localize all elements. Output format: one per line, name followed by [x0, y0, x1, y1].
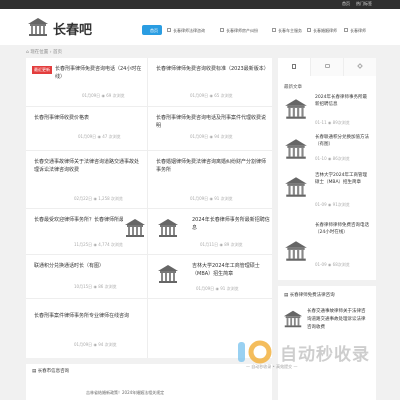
- sidebar-item-meta: 01-09 ◉ 91次浏览: [315, 202, 350, 207]
- document-icon: [292, 64, 296, 69]
- heart-icon: [307, 28, 311, 32]
- sidebar-item[interactable]: 长春联通积分兑换加值方法（有图） 01-10 ◉ 86次浏览: [283, 134, 373, 172]
- article-title[interactable]: 长春刑事律师收费价格表: [34, 114, 142, 122]
- sidebar-item-meta: 01-10 ◉ 86次浏览: [315, 156, 350, 161]
- article-title[interactable]: 长春交通事故律师关于法律咨询道路交通事故处理诉讼法律咨询收费: [34, 158, 142, 174]
- nav-car-service[interactable]: 长春车主服务: [270, 25, 306, 35]
- site-name[interactable]: 长春吧: [53, 19, 92, 38]
- nav-property-label: 长春律师房产纠纷: [226, 28, 258, 33]
- watermark-text: 自动秒收录: [280, 345, 370, 365]
- tag-icon: [357, 63, 363, 69]
- sidebar-tabs: [278, 58, 376, 76]
- article-title[interactable]: 吉林大学2024年工商管理硕士（MBA）招生简章: [192, 262, 268, 278]
- top-tags-link[interactable]: 热门标签: [356, 1, 372, 7]
- article-title[interactable]: 长春最受欢迎律师事务所？长春律师所最好的: [34, 216, 134, 224]
- article-title[interactable]: 联通积分兑换通话时长（有图）: [34, 262, 142, 270]
- article-title[interactable]: 长春刑事律师免费咨询电话（24小时在线）: [55, 65, 145, 81]
- sidebar-item[interactable]: 吉林大学2024年工商管理硕士（MBA）招生简章 01-09 ◉ 91次浏览: [283, 172, 373, 216]
- section-heading-text: 长春市信息咨询: [37, 369, 70, 374]
- watermark-subtext: — 自动秒收录 • 高效提交 —: [246, 364, 298, 369]
- nav-marriage[interactable]: 长春婚姻律师: [305, 25, 341, 35]
- nav-property[interactable]: 长春律师房产纠纷: [218, 25, 262, 35]
- sidebar-item[interactable]: 2024年长春律师事务所最新招聘信息 01-11 ◉ 89次浏览: [283, 94, 373, 134]
- site-logo[interactable]: [26, 15, 50, 39]
- info-link[interactable]: 吉林省结婚新政策！2024年婚姻法相关规定: [86, 390, 164, 396]
- sidebar-thumbnail[interactable]: [283, 136, 309, 162]
- article-title[interactable]: 长春刑事律师免费咨询电话及刑事案件代理收费说明: [156, 114, 268, 130]
- article-meta: 10月15日 ◉ 86 次浏览: [74, 284, 117, 289]
- breadcrumb-label: 现在位置: [30, 50, 49, 55]
- article-card[interactable]: 长春刑事律师收费价格表 01月09日 ◉ 47 次浏览: [26, 106, 147, 150]
- section-heading: ▤ 长春市信息咨询: [32, 368, 69, 374]
- breadcrumb-current[interactable]: 首页: [53, 50, 62, 55]
- tab-latest[interactable]: [278, 58, 311, 76]
- article-meta: 01月09日 ◉ 47 次浏览: [78, 134, 121, 139]
- panel-thumbnail[interactable]: [282, 308, 304, 330]
- nav-home[interactable]: 首页: [142, 25, 162, 35]
- nav-lawyer-consult-label: 长春律师法律咨询: [173, 28, 205, 33]
- article-title[interactable]: 长春刑事案件律师事务所专业律师在线咨询: [34, 312, 146, 320]
- panel-heading: ▤ 长春律师免费法律咨询: [284, 292, 335, 298]
- article-card[interactable]: 长春刑事案件律师事务所专业律师在线咨询 01月09日 ◉ 94 次浏览: [26, 298, 147, 358]
- panel-article-title[interactable]: 长春交通事故律师关于法律咨询道路交通事故处理诉讼法律咨询收费: [307, 308, 367, 332]
- top-bar: 首页 热门标签: [0, 0, 400, 9]
- house-icon: [220, 28, 224, 32]
- sidebar-item[interactable]: 长春律师律师免费咨询电话（24小时在线） 01-09 ◉ 68次浏览: [283, 223, 373, 276]
- car-icon: [272, 28, 276, 32]
- user-icon: [344, 28, 348, 32]
- article-thumbnail[interactable]: [123, 216, 147, 240]
- sidebar-item-title[interactable]: 长春律师律师免费咨询电话（24小时在线）: [315, 222, 371, 236]
- top-home-link[interactable]: 首页: [342, 1, 350, 7]
- article-card[interactable]: 长春刑事律师免费咨询电话及刑事案件代理收费说明 01月09日 ◉ 94 次浏览: [148, 106, 272, 150]
- panel-heading-text: 长春律师免费法律咨询: [289, 293, 335, 298]
- sidebar-section-title: 最新文章: [284, 85, 302, 90]
- sidebar-thumbnail[interactable]: [283, 96, 309, 122]
- nav-lawyer[interactable]: 长春律师: [342, 25, 370, 35]
- nav-car-service-label: 长春车主服务: [278, 28, 302, 33]
- article-meta: 01月09日 ◉ 65 次浏览: [190, 93, 233, 98]
- watermark-logo-icon: [238, 340, 272, 364]
- article-card[interactable]: 长春律师律师免费咨询收费标准（2023最新版本） 01月09日 ◉ 65 次浏览: [148, 58, 272, 106]
- article-title[interactable]: 长春律师律师免费咨询收费标准（2023最新版本）: [156, 65, 269, 73]
- article-card[interactable]: 长春婚姻律师免费法律咨询离婚纠纷财产分割律师事务所 01月09日 ◉ 91 次浏…: [148, 150, 272, 208]
- sidebar-thumbnail[interactable]: [283, 238, 309, 264]
- article-meta: 11月25日 ◉ 4,774 次浏览: [74, 242, 123, 247]
- tab-popular[interactable]: [311, 58, 344, 76]
- sidebar-item-title[interactable]: 2024年长春律师事务所最新招聘信息: [315, 94, 371, 108]
- sidebar-item-title[interactable]: 吉林大学2024年工商管理硕士（MBA）招生简章: [315, 172, 371, 186]
- article-card[interactable]: 2024年长春律师事务所最新招聘信息 01月11日 ◉ 89 次浏览: [148, 208, 272, 254]
- article-meta: 01月11日 ◉ 89 次浏览: [200, 242, 243, 247]
- sidebar-thumbnail[interactable]: [283, 174, 309, 200]
- article-title[interactable]: 2024年长春律师事务所最新招聘信息: [192, 216, 270, 232]
- article-card[interactable]: 长春交通事故律师关于法律咨询道路交通事故处理诉讼法律咨询收费 02月22日 ◉ …: [26, 150, 147, 208]
- nav-home-label: 首页: [150, 28, 158, 33]
- article-title[interactable]: 长春婚姻律师免费法律咨询离婚纠纷财产分割律师事务所: [156, 158, 268, 174]
- site-header: 长春吧 首页 长春律师法律咨询 长春律师房产纠纷 长春车主服务 长春婚姻律师 长…: [0, 9, 400, 45]
- article-meta: 01月09日 ◉ 94 次浏览: [190, 134, 233, 139]
- article-meta: 01月09日 ◉ 69 次浏览: [82, 93, 125, 98]
- article-meta: 01月09日 ◉ 94 次浏览: [74, 342, 117, 347]
- article-grid: 最近更新 长春刑事律师免费咨询电话（24小时在线） 01月09日 ◉ 69 次浏…: [26, 58, 272, 358]
- article-meta: 02月22日 ◉ 1,258 次浏览: [74, 196, 123, 201]
- sidebar-item-meta: 01-09 ◉ 68次浏览: [315, 262, 350, 267]
- article-meta: 01月09日 ◉ 91 次浏览: [196, 286, 239, 291]
- sidebar-latest: 最新文章 2024年长春律师事务所最新招聘信息 01-11 ◉ 89次浏览 长春…: [278, 58, 376, 280]
- sidebar-item-meta: 01-11 ◉ 89次浏览: [315, 120, 350, 125]
- nav-lawyer-label: 长春律师: [350, 28, 366, 33]
- sidebar-item-title[interactable]: 长春联通积分兑换加值方法（有图）: [315, 134, 371, 148]
- watermark: 自动秒收录 — 自动秒收录 • 高效提交 —: [236, 338, 386, 378]
- article-card[interactable]: 吉林大学2024年工商管理硕士（MBA）招生简章 01月09日 ◉ 91 次浏览: [148, 254, 272, 298]
- chat-icon: [325, 64, 330, 68]
- article-meta: 01月09日 ◉ 91 次浏览: [190, 196, 233, 201]
- article-card[interactable]: 长春刑事律师免费咨询电话（24小时在线） 01月09日 ◉ 69 次浏览: [26, 58, 147, 106]
- article-card[interactable]: 联通积分兑换通话时长（有图） 10月15日 ◉ 86 次浏览: [26, 254, 147, 298]
- breadcrumb: ⌂ 现在位置 › 首页: [26, 50, 62, 55]
- nav-lawyer-consult[interactable]: 长春律师法律咨询: [165, 25, 209, 35]
- nav-marriage-label: 长春婚姻律师: [313, 28, 337, 33]
- scale-icon: [167, 28, 171, 32]
- tab-random[interactable]: [344, 58, 376, 76]
